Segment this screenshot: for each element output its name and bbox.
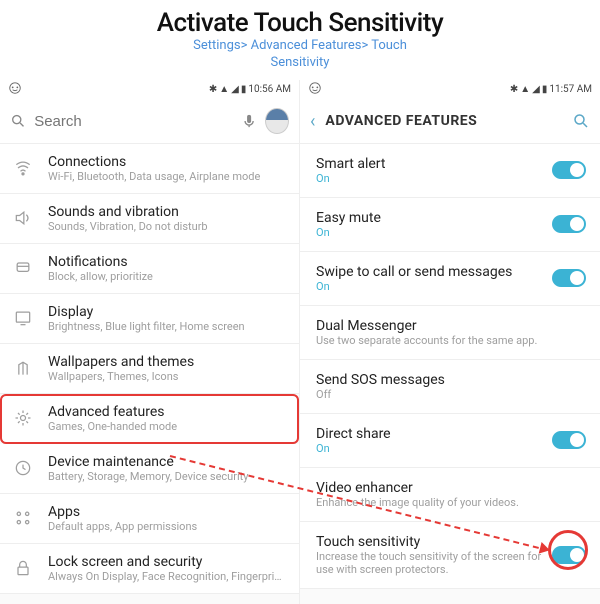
connections-icon bbox=[12, 158, 34, 178]
page-title: Activate Touch Sensitivity bbox=[0, 8, 600, 38]
signal-icon: ◢ bbox=[231, 84, 239, 95]
bluetooth-icon: ✱ bbox=[510, 84, 518, 95]
feature-row[interactable]: Touch sensitivityIncrease the touch sens… bbox=[300, 522, 600, 589]
breadcrumb-line: Settings> Advanced Features> Touch bbox=[0, 38, 600, 55]
settings-row-title: Wallpapers and themes bbox=[48, 354, 287, 370]
bluetooth-icon: ✱ bbox=[209, 84, 217, 95]
wifi-icon: ▲ bbox=[520, 84, 530, 95]
settings-row[interactable]: Advanced featuresGames, One-handed mode bbox=[0, 394, 299, 444]
toggle-switch[interactable] bbox=[552, 215, 586, 233]
notifications-icon bbox=[12, 258, 34, 278]
settings-row-subtitle: Wallpapers, Themes, Icons bbox=[48, 370, 287, 383]
feature-row[interactable]: Smart alertOn bbox=[300, 144, 600, 198]
status-time: 11:57 AM bbox=[549, 84, 592, 95]
feature-row[interactable]: Dual MessengerUse two separate accounts … bbox=[300, 306, 600, 360]
feature-row-title: Swipe to call or send messages bbox=[316, 264, 552, 280]
reddit-icon bbox=[308, 81, 322, 95]
toggle-switch[interactable] bbox=[552, 546, 586, 564]
feature-row-subtitle: On bbox=[316, 280, 552, 293]
search-icon bbox=[10, 112, 26, 130]
phone-advanced-features: ✱ ▲ ◢ ▮ 11:57 AM ‹ ADVANCED FEATURES Sma… bbox=[300, 80, 600, 604]
settings-row[interactable]: NotificationsBlock, allow, prioritize bbox=[0, 244, 299, 294]
feature-row-title: Dual Messenger bbox=[316, 318, 586, 334]
back-button[interactable]: ‹ bbox=[310, 111, 315, 132]
toggle-switch[interactable] bbox=[552, 269, 586, 287]
feature-row-subtitle: Increase the touch sensitivity of the sc… bbox=[316, 550, 552, 576]
settings-row-title: Notifications bbox=[48, 254, 287, 270]
settings-row-subtitle: Default apps, App permissions bbox=[48, 520, 287, 533]
settings-row-subtitle: Sounds, Vibration, Do not disturb bbox=[48, 220, 287, 233]
settings-row-title: Advanced features bbox=[48, 404, 287, 420]
settings-row[interactable]: Wallpapers and themesWallpapers, Themes,… bbox=[0, 344, 299, 394]
feature-row-title: Send SOS messages bbox=[316, 372, 586, 388]
feature-row[interactable]: Video enhancerEnhance the image quality … bbox=[300, 468, 600, 522]
advanced-icon bbox=[12, 408, 34, 428]
feature-row[interactable]: Easy muteOn bbox=[300, 198, 600, 252]
feature-row[interactable]: Swipe to call or send messagesOn bbox=[300, 252, 600, 306]
battery-icon: ▮ bbox=[542, 84, 548, 95]
settings-row-subtitle: Block, allow, prioritize bbox=[48, 270, 287, 283]
settings-row-subtitle: Games, One-handed mode bbox=[48, 420, 287, 433]
settings-row-title: Device maintenance bbox=[48, 454, 287, 470]
advanced-features-header: ‹ ADVANCED FEATURES bbox=[300, 100, 600, 144]
screen-title: ADVANCED FEATURES bbox=[325, 113, 562, 129]
breadcrumb-line: Sensitivity bbox=[0, 55, 600, 72]
settings-row-title: Apps bbox=[48, 504, 287, 520]
reddit-icon bbox=[8, 81, 22, 95]
search-bar[interactable] bbox=[0, 100, 299, 144]
feature-row-subtitle: Off bbox=[316, 388, 586, 401]
settings-row-title: Sounds and vibration bbox=[48, 204, 287, 220]
settings-row-subtitle: Always On Display, Face Recognition, Fin… bbox=[48, 570, 287, 583]
search-icon[interactable] bbox=[572, 112, 590, 130]
display-icon bbox=[12, 308, 34, 328]
settings-row-title: Connections bbox=[48, 154, 287, 170]
feature-row-title: Touch sensitivity bbox=[316, 534, 552, 550]
settings-row-subtitle: Brightness, Blue light filter, Home scre… bbox=[48, 320, 287, 333]
feature-row-title: Direct share bbox=[316, 426, 552, 442]
feature-row[interactable]: Direct shareOn bbox=[300, 414, 600, 468]
toggle-switch[interactable] bbox=[552, 431, 586, 449]
settings-row-title: Display bbox=[48, 304, 287, 320]
settings-row-title: Lock screen and security bbox=[48, 554, 287, 570]
settings-row[interactable]: DisplayBrightness, Blue light filter, Ho… bbox=[0, 294, 299, 344]
lock-icon bbox=[12, 558, 34, 578]
advanced-features-list: Smart alertOnEasy muteOnSwipe to call or… bbox=[300, 144, 600, 604]
settings-row-subtitle: Battery, Storage, Memory, Device securit… bbox=[48, 470, 287, 483]
settings-row[interactable]: Lock screen and securityAlways On Displa… bbox=[0, 544, 299, 594]
feature-row-subtitle: Use two separate accounts for the same a… bbox=[316, 334, 586, 347]
maintenance-icon bbox=[12, 458, 34, 478]
search-input[interactable] bbox=[34, 113, 233, 130]
signal-icon: ◢ bbox=[532, 84, 540, 95]
settings-list: ConnectionsWi-Fi, Bluetooth, Data usage,… bbox=[0, 144, 299, 604]
settings-row-subtitle: Wi-Fi, Bluetooth, Data usage, Airplane m… bbox=[48, 170, 287, 183]
phone-settings: ✱ ▲ ◢ ▮ 10:56 AM ConnectionsWi-Fi, Bluet… bbox=[0, 80, 300, 604]
feature-row[interactable]: Send SOS messagesOff bbox=[300, 360, 600, 414]
avatar[interactable] bbox=[265, 108, 289, 134]
battery-icon: ▮ bbox=[241, 84, 247, 95]
feature-row-subtitle: Enhance the image quality of your videos… bbox=[316, 496, 586, 509]
wifi-icon: ▲ bbox=[219, 84, 229, 95]
mic-icon[interactable] bbox=[241, 112, 257, 130]
feature-row-subtitle: On bbox=[316, 172, 552, 185]
settings-row[interactable]: Sounds and vibrationSounds, Vibration, D… bbox=[0, 194, 299, 244]
breadcrumb: Settings> Advanced Features> Touch Sensi… bbox=[0, 38, 600, 72]
toggle-switch[interactable] bbox=[552, 161, 586, 179]
status-bar: ✱ ▲ ◢ ▮ 11:57 AM bbox=[300, 80, 600, 100]
apps-icon bbox=[12, 508, 34, 528]
feature-row-subtitle: On bbox=[316, 226, 552, 239]
feature-row-title: Easy mute bbox=[316, 210, 552, 226]
feature-row-title: Video enhancer bbox=[316, 480, 586, 496]
sound-icon bbox=[12, 208, 34, 228]
wallpaper-icon bbox=[12, 358, 34, 378]
settings-row[interactable]: Device maintenanceBattery, Storage, Memo… bbox=[0, 444, 299, 494]
settings-row[interactable]: ConnectionsWi-Fi, Bluetooth, Data usage,… bbox=[0, 144, 299, 194]
status-time: 10:56 AM bbox=[248, 84, 291, 95]
feature-row-subtitle: On bbox=[316, 442, 552, 455]
settings-row[interactable]: AppsDefault apps, App permissions bbox=[0, 494, 299, 544]
feature-row-title: Smart alert bbox=[316, 156, 552, 172]
status-bar: ✱ ▲ ◢ ▮ 10:56 AM bbox=[0, 80, 299, 100]
